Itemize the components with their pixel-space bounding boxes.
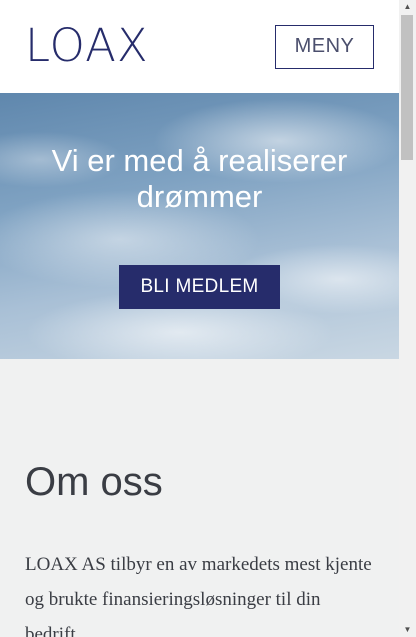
scroll-down-arrow-icon[interactable]: ▼ — [399, 623, 416, 637]
scroll-up-arrow-icon[interactable]: ▲ — [399, 0, 416, 14]
scrollbar-thumb[interactable] — [401, 15, 413, 160]
menu-button[interactable]: MENY — [275, 24, 374, 69]
logo[interactable]: LOAX — [25, 23, 149, 68]
about-title: Om oss — [25, 460, 163, 504]
site-header: LOAX MENY — [0, 0, 399, 93]
vertical-scrollbar[interactable]: ▲ ▼ — [399, 0, 416, 637]
about-section: Om oss LOAX AS tilbyr en av markedets me… — [0, 359, 399, 637]
hero-section: Vi er med å realiserer drømmer BLI MEDLE… — [0, 93, 399, 359]
join-button[interactable]: BLI MEDLEM — [119, 265, 280, 309]
page: LOAX MENY Vi er med å realiserer drømmer… — [0, 0, 416, 637]
hero-title: Vi er med å realiserer drømmer — [51, 143, 348, 214]
page-content: LOAX MENY Vi er med å realiserer drømmer… — [0, 0, 399, 637]
about-text: LOAX AS tilbyr en av markedets mest kjen… — [25, 554, 372, 637]
